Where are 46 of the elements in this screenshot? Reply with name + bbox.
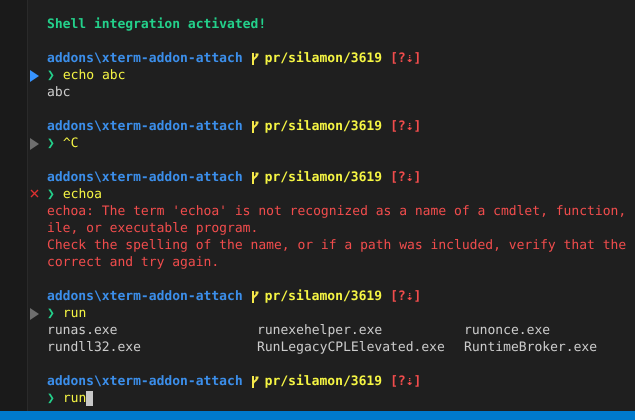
error-text: ile, or executable program. xyxy=(47,220,258,237)
completion-item: RunLegacyCPLElevated.exe xyxy=(257,339,446,356)
git-branch-icon xyxy=(250,374,259,388)
git-branch-icon xyxy=(250,170,259,184)
prompt-path: addons\xterm-addon-attach xyxy=(47,169,243,186)
branch-name: pr/silamon/3619 xyxy=(264,50,382,67)
error-text: correct and try again. xyxy=(47,254,220,271)
command-marker-icon[interactable] xyxy=(30,138,39,150)
git-status: [?⇣] xyxy=(390,50,422,67)
prompt-symbol: ❯ xyxy=(47,67,55,84)
completion-item: rundll32.exe xyxy=(47,339,142,356)
prompt-symbol: ❯ xyxy=(47,305,55,322)
git-status: [?⇣] xyxy=(390,169,422,186)
git-status: [?⇣] xyxy=(390,288,422,305)
prompt-symbol: ❯ xyxy=(47,390,55,407)
error-marker-icon[interactable] xyxy=(30,189,39,198)
prompt-path: addons\xterm-addon-attach xyxy=(47,373,243,390)
success-marker-icon[interactable] xyxy=(30,70,39,82)
prompt-symbol: ❯ xyxy=(47,135,55,152)
command-text: run xyxy=(62,305,86,322)
completion-item: RuntimeBroker.exe xyxy=(464,339,598,356)
command-text: echoa xyxy=(62,186,102,203)
branch-name: pr/silamon/3619 xyxy=(264,169,382,186)
branch-name: pr/silamon/3619 xyxy=(264,373,382,390)
git-branch-icon xyxy=(250,120,259,134)
error-text: Check the spelling of the name, or if a path was included, verify that the xyxy=(47,237,626,254)
completion-item: runonce.exe xyxy=(464,322,552,339)
error-text: echoa: The term 'echoa' is not recognized as a name of a cmdlet, function, xyxy=(47,203,626,220)
branch-name: pr/silamon/3619 xyxy=(264,118,382,135)
branch-name: pr/silamon/3619 xyxy=(264,288,382,305)
git-branch-icon xyxy=(250,52,259,66)
prompt-path: addons\xterm-addon-attach xyxy=(47,50,243,67)
command-text: ^C xyxy=(62,135,78,152)
banner-text: Shell integration activated! xyxy=(47,16,266,33)
command-text: run xyxy=(62,390,86,407)
output-text: abc xyxy=(47,84,70,101)
git-branch-icon xyxy=(250,290,259,304)
command-marker-icon[interactable] xyxy=(30,308,39,320)
command-text: echo abc xyxy=(62,67,126,84)
completion-item: runexehelper.exe xyxy=(257,322,384,339)
prompt-path: addons\xterm-addon-attach xyxy=(47,118,243,135)
completion-item: runas.exe xyxy=(47,322,118,339)
git-status: [?⇣] xyxy=(390,373,422,390)
git-status: [?⇣] xyxy=(390,118,422,135)
prompt-symbol: ❯ xyxy=(47,186,55,203)
prompt-path: addons\xterm-addon-attach xyxy=(47,288,243,305)
